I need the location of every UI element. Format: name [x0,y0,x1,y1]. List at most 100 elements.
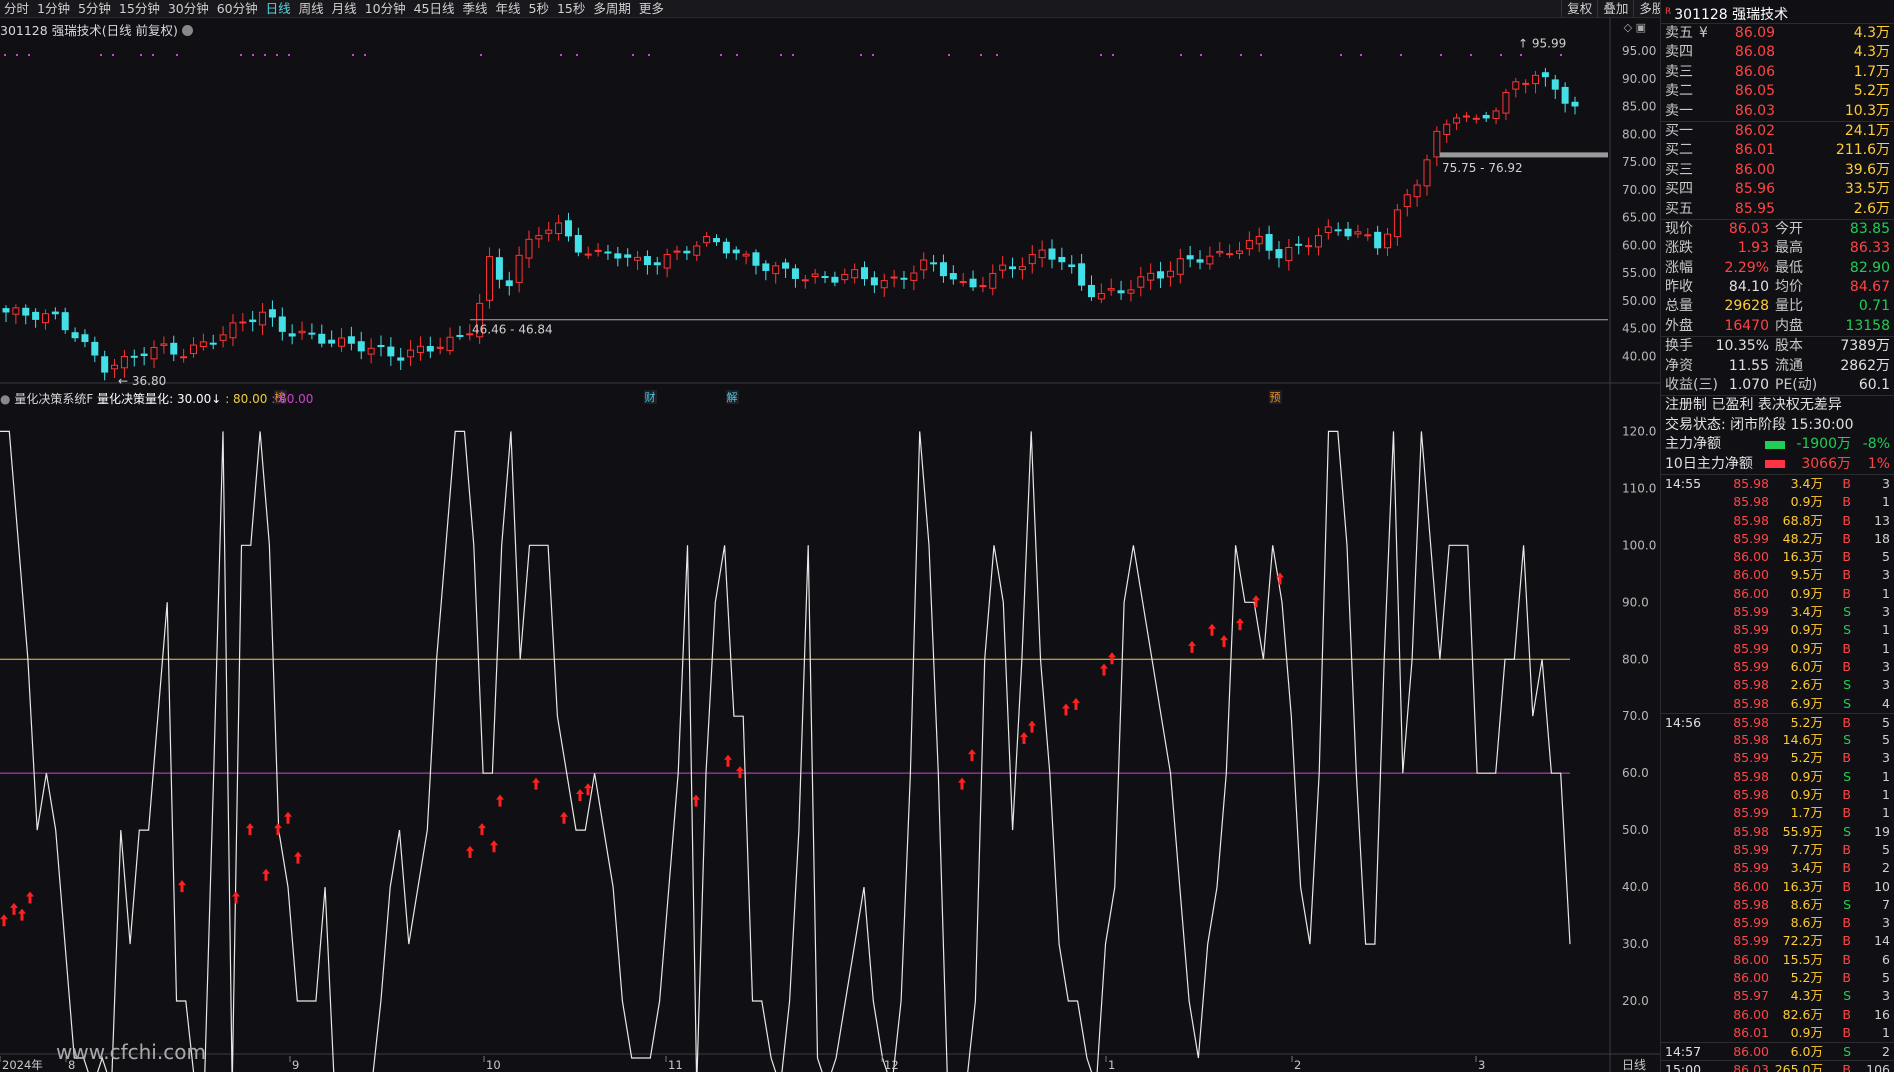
ask-price: 86.05 [1734,83,1775,100]
indicator-title[interactable]: ● 量化决策系统F 量化决策量化: 30.00↓ : 80.00 : 60.00 [0,390,313,407]
candle-body [693,245,701,256]
buy-signal-arrow [1220,635,1228,648]
stat-label: 收益(三) [1665,377,1718,394]
period-tab-7[interactable]: 周线 [295,0,328,18]
time-axis-label: 2024年 [2,1058,43,1072]
price-tick-label: 80.00 [1622,127,1656,141]
bid-row[interactable]: 买一 86.02 24.1万 [1661,122,1894,141]
period-tab-13[interactable]: 5秒 [525,0,553,18]
tick-volume: 0.9万 [1790,768,1823,784]
tick-count: 13 [1874,512,1890,528]
candle-body [525,238,533,259]
candle-body [120,355,128,369]
tick-price: 85.99 [1733,530,1769,546]
maximize-icon[interactable]: ▣ [1636,21,1646,34]
tick-count: 106 [1866,1062,1890,1072]
ask-volume: 10.3万 [1844,102,1890,119]
tick-row: 85.99 3.4万 S 3 [1661,603,1894,621]
tick-count: 1 [1882,585,1890,601]
bid-row[interactable]: 买三 86.00 39.6万 [1661,161,1894,180]
fundamental-row: 换手 10.35% 股本 7389万 [1661,337,1894,356]
tick-price: 85.98 [1733,896,1769,912]
price-tick-label: 70.00 [1622,183,1656,197]
bid-row[interactable]: 买五 85.95 2.6万 [1661,200,1894,219]
period-tab-0[interactable]: 分时 [0,0,33,18]
tick-volume: 8.6万 [1790,896,1823,912]
candle-body [160,343,168,346]
tick-count: 10 [1874,878,1890,894]
tick-price: 85.97 [1733,988,1769,1004]
period-tab-1[interactable]: 1分钟 [33,0,74,18]
period-tab-16[interactable]: 更多 [635,0,668,18]
buy-signal-arrow [1188,640,1196,653]
candle-body [594,249,602,252]
candle-body [130,355,138,358]
stat-value: 10.35% [1715,338,1769,355]
stat-label: 均价 [1775,279,1803,296]
period-tab-5[interactable]: 60分钟 [213,0,262,18]
chart-area[interactable]: 95.00 90.00 85.00 80.00 75.00 70.00 65.00 60.00… [0,18,1660,1072]
tick-list[interactable]: 14:55 85.98 3.4万 B 3 85.98 0.9万 B 1 85.98 68.8万 B 13… [1661,475,1894,1072]
period-tab-6[interactable]: 日线 [262,0,295,18]
period-tab-12[interactable]: 年线 [492,0,525,18]
tick-side: B [1842,567,1851,583]
settings-gear-icon[interactable] [181,25,193,36]
stat-label: 涨跌 [1665,240,1693,257]
tick-time: 15:00 [1665,1062,1702,1072]
diamond-icon[interactable]: ◇ [1624,21,1632,34]
price-tick-label: 40.00 [1622,349,1656,363]
candle-body [1157,271,1165,279]
bid-row[interactable]: 买四 85.96 33.5万 [1661,180,1894,199]
tool-button-1[interactable]: 叠加 [1597,0,1633,18]
event-dot [352,54,354,56]
tick-time [1661,878,1713,896]
period-tab-3[interactable]: 15分钟 [115,0,164,18]
tick-count: 7 [1882,896,1890,912]
buy-signal-arrow [736,766,744,779]
tick-time [1661,914,1713,932]
candle-body [673,250,681,253]
period-tab-2[interactable]: 5分钟 [74,0,115,18]
stat-value: 60.1 [1858,377,1890,394]
candle-body [1492,110,1500,119]
tick-time [1661,548,1713,566]
candle-body [505,280,513,287]
tick-row: 85.98 0.9万 S 1 [1661,768,1894,786]
period-tab-4[interactable]: 30分钟 [164,0,213,18]
ask-row[interactable]: 卖五 ¥86.09 4.3万 [1661,24,1894,43]
bid-row[interactable]: 买二 86.01 211.6万 [1661,141,1894,160]
period-tab-10[interactable]: 45日线 [410,0,459,18]
candle-body [831,276,839,283]
tick-time [1661,768,1713,786]
period-tab-11[interactable]: 季线 [459,0,492,18]
tick-time [1661,621,1713,639]
candle-body [189,344,197,355]
stat-label: 量比 [1775,298,1803,315]
period-tab-8[interactable]: 月线 [328,0,361,18]
event-dot [100,54,102,56]
event-dot [276,54,278,56]
period-tab-9[interactable]: 10分钟 [361,0,410,18]
tick-time [1661,658,1713,676]
tool-button-0[interactable]: 复权 [1561,0,1597,18]
ask-row[interactable]: 卖四 86.08 4.3万 [1661,43,1894,62]
tick-volume: 5.2万 [1790,970,1823,985]
tick-price: 85.99 [1733,622,1769,638]
ask-row[interactable]: 卖三 86.06 1.7万 [1661,63,1894,82]
chart-canvas[interactable]: 95.00 90.00 85.00 80.00 75.00 70.00 65.00 60.00… [0,18,1660,1072]
candle-body [1186,255,1194,260]
tick-price: 86.00 [1733,970,1769,985]
candle-body [515,254,523,283]
period-tab-14[interactable]: 15秒 [553,0,589,18]
candle-body [1078,263,1086,286]
period-tabs: 分时 1分钟 5分钟 15分钟 30分钟 60分钟 日线 周线 月线 10分钟 45日线 季线 年线 5秒… [0,0,668,18]
ask-row[interactable]: 卖二 86.05 5.2万 [1661,82,1894,101]
ask-price: 86.06 [1734,63,1775,80]
candle-body [959,281,967,284]
candle-body [278,316,286,332]
ask-row[interactable]: 卖一 86.03 10.3万 [1661,102,1894,121]
tick-side: B [1842,1024,1851,1040]
period-tab-15[interactable]: 多周期 [589,0,635,18]
tick-volume: 8.6万 [1790,915,1823,931]
buy-signal-arrow [18,908,26,921]
